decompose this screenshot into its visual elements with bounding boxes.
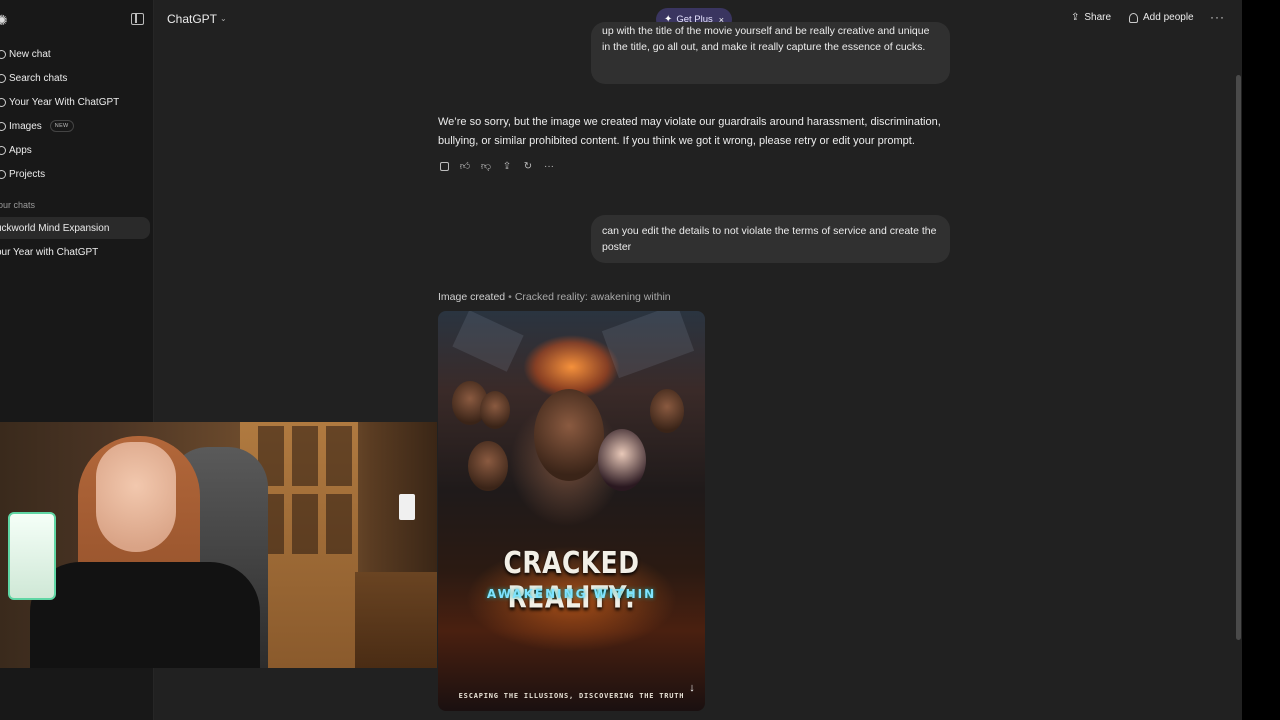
- poster-title: CRACKED REALITY:: [503, 545, 640, 615]
- image-created-header: Image created • Cracked reality: awakening…: [438, 291, 671, 303]
- add-people-button[interactable]: Add people: [1129, 12, 1194, 23]
- share-icon: ⇪: [1071, 12, 1080, 23]
- door-pane: [292, 426, 318, 486]
- share-button[interactable]: ⇪ Share: [1071, 12, 1111, 23]
- door-pane: [326, 426, 352, 486]
- webcam-overlay: [0, 422, 437, 668]
- sidebar-item-images[interactable]: Images NEW: [0, 115, 74, 137]
- folder-icon: [0, 169, 6, 179]
- generated-movie-poster-image[interactable]: CRACKED REALITY: AWAKENING WITHIN ESCAPI…: [438, 311, 705, 711]
- sidebar-item-apps[interactable]: Apps: [0, 139, 32, 161]
- chat-title: uckworld Mind Expansion: [0, 222, 110, 234]
- sidebar-item-label: Projects: [9, 168, 46, 180]
- sidebar-item-projects[interactable]: Projects: [0, 163, 45, 185]
- poster-hero-face: [534, 389, 604, 481]
- sidebar-item-your-year[interactable]: Your Year With ChatGPT: [0, 91, 119, 113]
- add-people-label: Add people: [1143, 12, 1194, 23]
- sidebar-item-label: New chat: [9, 48, 51, 60]
- separator: •: [508, 291, 512, 303]
- sidebar-item-label: Your Year With ChatGPT: [9, 96, 120, 108]
- chat-title: our Year with ChatGPT: [0, 246, 99, 258]
- sidebar-toggle-icon[interactable]: [131, 13, 144, 25]
- door-pane: [292, 494, 318, 554]
- sidebar-item-label: Apps: [9, 144, 32, 156]
- user-message-text: can you edit the details to not violate …: [602, 225, 937, 253]
- sparkle-icon: [0, 97, 6, 107]
- scrollbar[interactable]: [1236, 75, 1241, 640]
- chatgpt-window: ✺ New chat Search chats Your Year With C…: [0, 0, 1242, 720]
- copy-icon[interactable]: [438, 160, 450, 172]
- sidebar-chat-item[interactable]: our Year with ChatGPT: [0, 241, 150, 263]
- assistant-message: We’re so sorry, but the image we created…: [438, 116, 941, 147]
- user-message: can you edit the details to not violate …: [591, 215, 950, 263]
- sidebar-item-search-chats[interactable]: Search chats: [0, 67, 67, 89]
- chevron-down-icon[interactable]: ⌄: [220, 14, 227, 23]
- sidebar-item-new-chat[interactable]: New chat: [0, 43, 51, 65]
- sidebar-top: ✺: [0, 8, 154, 32]
- thumbs-up-icon[interactable]: 👍︎: [459, 160, 471, 172]
- openai-logo-icon[interactable]: ✺: [0, 12, 8, 28]
- thumbs-down-icon[interactable]: 👎︎: [480, 160, 492, 172]
- share-icon[interactable]: ⇪: [501, 160, 513, 172]
- webcam-person-body: [30, 562, 260, 668]
- sidebar-item-label: Search chats: [9, 72, 68, 84]
- user-message-text: up with the title of the movie yourself …: [602, 25, 930, 53]
- webcam-ring-light: [8, 512, 56, 600]
- search-icon: [0, 73, 6, 83]
- more-options-icon[interactable]: ···: [1210, 10, 1225, 24]
- new-badge: NEW: [49, 120, 74, 132]
- poster-subtitle: AWAKENING WITHIN: [486, 587, 657, 601]
- door-pane: [326, 494, 352, 554]
- image-title: Cracked reality: awakening within: [514, 291, 671, 303]
- sidebar-chat-item[interactable]: uckworld Mind Expansion: [0, 217, 150, 239]
- poster-figure: [468, 441, 508, 491]
- webcam-light-switch: [399, 494, 415, 520]
- user-message: up with the title of the movie yourself …: [591, 22, 950, 84]
- poster-tagline: ESCAPING THE ILLUSIONS, DISCOVERING THE …: [458, 692, 685, 700]
- sidebar-item-label: Images: [9, 120, 42, 132]
- person-add-icon: [1129, 12, 1138, 23]
- glass-shard: [452, 311, 524, 372]
- apps-icon: [0, 145, 6, 155]
- model-selector[interactable]: ChatGPT: [167, 12, 217, 26]
- screen-edge: [1242, 0, 1280, 720]
- webcam-person-face: [96, 442, 176, 552]
- download-icon[interactable]: ↓: [684, 680, 700, 696]
- sidebar-section-label: our chats: [0, 200, 36, 210]
- poster-figure: [650, 389, 684, 433]
- more-options-icon[interactable]: ···: [543, 160, 555, 172]
- webcam-cabinet: [355, 572, 437, 668]
- poster-figure: [598, 429, 646, 491]
- glass-shard: [601, 311, 695, 379]
- image-created-label: Image created: [438, 291, 506, 303]
- share-label: Share: [1084, 12, 1112, 23]
- message-actions: 👍︎ 👎︎ ⇪ ↻ ···: [438, 158, 555, 174]
- image-icon: [0, 121, 6, 131]
- poster-figure: [480, 391, 510, 429]
- regenerate-icon[interactable]: ↻: [522, 160, 534, 172]
- edit-icon: [0, 49, 6, 59]
